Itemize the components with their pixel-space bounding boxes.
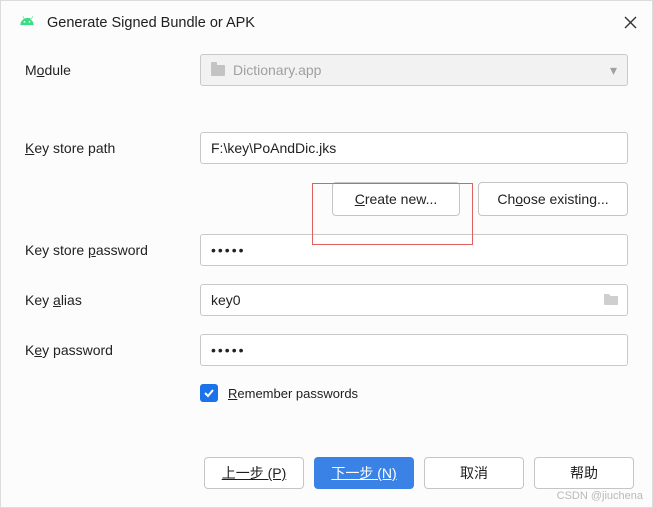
- key-alias-row: Key alias key0: [25, 284, 628, 316]
- key-password-label: Key password: [25, 342, 200, 358]
- previous-button[interactable]: 上一步 (P): [204, 457, 304, 489]
- close-icon[interactable]: [622, 15, 638, 31]
- module-value: Dictionary.app: [233, 62, 321, 78]
- keystore-password-row: Key store password •••••: [25, 234, 628, 266]
- remember-checkbox[interactable]: [200, 384, 218, 402]
- keystore-password-label: Key store password: [25, 242, 200, 258]
- keystore-path-input[interactable]: F:\key\PoAndDic.jks: [200, 132, 628, 164]
- keystore-password-input[interactable]: •••••: [200, 234, 628, 266]
- key-alias-input[interactable]: key0: [200, 284, 628, 316]
- dialog-window: Generate Signed Bundle or APK Module Dic…: [0, 0, 653, 508]
- chevron-down-icon: ▾: [610, 62, 617, 79]
- next-button[interactable]: 下一步 (N): [314, 457, 414, 489]
- help-button[interactable]: 帮助: [534, 457, 634, 489]
- key-password-input[interactable]: •••••: [200, 334, 628, 366]
- module-dropdown[interactable]: Dictionary.app ▾: [200, 54, 628, 86]
- titlebar: Generate Signed Bundle or APK: [1, 1, 652, 44]
- remember-label: Remember passwords: [228, 386, 358, 401]
- keystore-path-row: Key store path F:\key\PoAndDic.jks: [25, 132, 628, 164]
- watermark: CSDN @jiuchena: [557, 490, 643, 502]
- keystore-path-label: Key store path: [25, 140, 200, 156]
- key-alias-label: Key alias: [25, 292, 200, 308]
- window-title: Generate Signed Bundle or APK: [47, 15, 622, 31]
- remember-row: Remember passwords: [25, 384, 628, 402]
- android-icon: [17, 11, 37, 34]
- keystore-buttons-row: Create new... Choose existing...: [25, 182, 628, 216]
- folder-icon: [211, 65, 225, 76]
- choose-existing-button[interactable]: Choose existing...: [478, 182, 628, 216]
- module-row: Module Dictionary.app ▾: [25, 54, 628, 86]
- key-password-row: Key password •••••: [25, 334, 628, 366]
- browse-folder-icon[interactable]: [603, 292, 619, 308]
- content-area: Module Dictionary.app ▾ Key store path F…: [1, 44, 652, 443]
- module-label: Module: [25, 62, 200, 78]
- footer: 上一步 (P) 下一步 (N) 取消 帮助: [1, 443, 652, 507]
- create-new-button[interactable]: Create new...: [332, 182, 460, 216]
- cancel-button[interactable]: 取消: [424, 457, 524, 489]
